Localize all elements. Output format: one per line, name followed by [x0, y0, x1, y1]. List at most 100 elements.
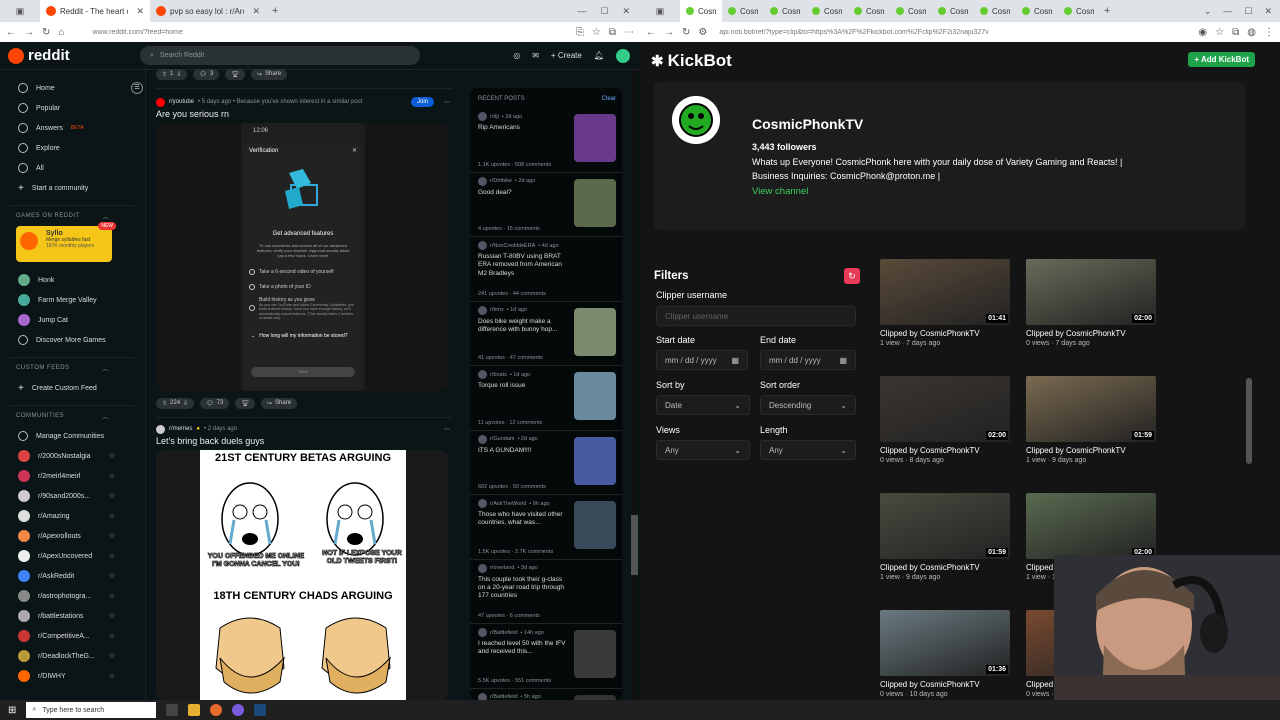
menu-dots-icon[interactable]: ⋯ [624, 27, 634, 38]
tab-cosmic[interactable]: Cosmi [974, 0, 1016, 22]
close-window-icon[interactable]: ✕ [1264, 6, 1272, 17]
home-icon[interactable]: ⌂ [58, 27, 64, 38]
sidebar-game-farm-merge-valley[interactable]: Farm Merge Valley [0, 290, 145, 310]
close-tab-icon[interactable]: ✕ [136, 6, 144, 17]
favorite-star-icon[interactable]: ☆ [109, 472, 115, 480]
reddit-logo[interactable]: reddit [8, 47, 140, 64]
clip-card[interactable]: 02:00 Clipped by CosmicPhonkTV 0 views · 7… [1026, 259, 1156, 347]
maximize-icon[interactable]: ☐ [1244, 6, 1252, 17]
subreddit-link[interactable]: r/youtube [169, 99, 194, 105]
vote-pill[interactable]: ⇧ 224 ⇩ [156, 397, 195, 409]
sidebar-community[interactable]: r/DeadlockTheG... ☆ [0, 646, 145, 666]
tab-cosmic[interactable]: Cosmi [806, 0, 848, 22]
extensions-icon[interactable]: ⧉ [1232, 27, 1239, 38]
views-select[interactable]: Any ⌄ [656, 440, 750, 460]
recent-post-item[interactable]: r/Battlefield • 5h ago [470, 689, 622, 700]
reset-filters-icon[interactable]: ↻ [844, 268, 860, 284]
clip-card[interactable]: 02:00 Clipped by CosmicPhonkTV 0 views · 8… [880, 376, 1010, 464]
site-info-icon[interactable]: ⚙ [698, 27, 707, 38]
comments-button[interactable]: 💬︎ 3 [193, 68, 220, 80]
sidebar-item-answers[interactable]: Answers BETA [0, 118, 145, 138]
close-window-icon[interactable]: ✕ [622, 6, 630, 17]
tab-cosmic[interactable]: Cosmi [848, 0, 890, 22]
new-tab-icon[interactable]: + [1100, 5, 1114, 17]
reload-icon[interactable]: ↻ [682, 27, 690, 38]
sidebar-item-home[interactable]: Home ☰ [0, 78, 145, 98]
sidebar-community[interactable]: r/astrophotogra... ☆ [0, 586, 145, 606]
tab-cosmic[interactable]: Cosmi [1016, 0, 1058, 22]
firefox-icon[interactable] [210, 704, 223, 716]
search-input[interactable]: ⌕ Search Reddit [140, 46, 420, 65]
translate-icon[interactable]: ⎘ [576, 27, 584, 38]
tab-cosmic[interactable]: Cosmi [1058, 0, 1100, 22]
more-options-icon[interactable]: ⋯ [444, 426, 450, 433]
sidebar-community[interactable]: r/CompetitiveA... ☆ [0, 626, 145, 646]
award-button[interactable]: 🏆︎ [225, 68, 245, 80]
sidebar-community[interactable]: r/DIWHY ☆ [0, 666, 145, 686]
clip-thumbnail[interactable]: 02:00 [1026, 259, 1156, 325]
discord-icon[interactable] [232, 704, 245, 716]
sidebar-community[interactable]: r/Apexrollouts ☆ [0, 526, 145, 546]
sidebar-community[interactable]: r/battlestations ☆ [0, 606, 145, 626]
share-button[interactable]: ↪ Share [251, 68, 288, 80]
extensions-icon[interactable]: ⧉ [609, 27, 616, 38]
steam-icon[interactable] [254, 704, 267, 716]
more-options-icon[interactable]: ⋯ [444, 99, 450, 106]
manage-communities[interactable]: Manage Communities [0, 426, 145, 446]
sidebar-community[interactable]: r/2meirl4meirl ☆ [0, 466, 145, 486]
vote-pill[interactable]: ⇧ 1 ⇩ [156, 68, 188, 80]
forward-icon[interactable]: → [24, 27, 34, 38]
sidebar-discover-games[interactable]: Discover More Games [0, 330, 145, 350]
post-media-phone-screenshot[interactable]: 12:06 Verification ✕ Get advanced featur… [156, 123, 448, 391]
tab-cosmic[interactable]: Cosmi [722, 0, 764, 22]
file-explorer-icon[interactable] [188, 704, 201, 716]
recent-post-item[interactable]: r/Dirtbike • 2d ago Good deal? 4 upvotes · … [470, 173, 622, 237]
new-tab-icon[interactable]: + [266, 5, 284, 17]
scrollbar-thumb[interactable] [631, 515, 638, 575]
taskbar-search-input[interactable]: ⌕ Type here to search [26, 702, 157, 718]
favorite-star-icon[interactable]: ☆ [109, 492, 115, 500]
post-media-meme[interactable]: 21ST CENTURY BETAS ARGUING YOU OFFENDED … [156, 450, 448, 700]
tab-arcraiders[interactable]: pvp so easy lol : r/ArcRaiders ✕ [150, 0, 266, 22]
favorite-star-icon[interactable]: ☆ [109, 452, 115, 460]
task-view-icon[interactable] [166, 704, 179, 716]
end-date-input[interactable]: mm / dd / yyyy ▦ [760, 350, 856, 370]
minimize-icon[interactable]: — [577, 6, 586, 17]
bookmark-star-icon[interactable]: ☆ [1215, 27, 1224, 38]
back-icon[interactable]: ← [646, 27, 656, 38]
url-field[interactable]: api.noti.bot/ref/?type=clip&to=https%3A%… [715, 29, 1190, 36]
sidebar-community[interactable]: r/2000sNostalgia ☆ [0, 446, 145, 466]
join-button[interactable]: Join [410, 97, 434, 107]
sidebar-community[interactable]: r/90sand2000s... ☆ [0, 486, 145, 506]
post-title[interactable]: Are you serious rn [150, 109, 458, 119]
recent-post-item[interactable]: r/AskTheWorld • 9h ago Those who have visi… [470, 495, 622, 560]
close-tab-icon[interactable]: ✕ [252, 6, 260, 17]
recent-post-item[interactable]: r/bmx • 1d ago Does bike weight make a dif… [470, 302, 622, 366]
game-card-syllo[interactable]: NEW Syllo Merge syllables fast 187K mont… [16, 222, 116, 262]
bookmark-star-icon[interactable]: ☆ [592, 27, 601, 38]
sidebar-game-honk[interactable]: Honk [0, 270, 145, 290]
share-button[interactable]: ↪ Share [261, 397, 298, 409]
tab-cosmic[interactable]: Cosmi [764, 0, 806, 22]
tab-actions-icon[interactable]: ▣ [0, 0, 40, 22]
tab-search-icon[interactable]: ⌄ [1204, 6, 1212, 17]
award-button[interactable]: 🏆︎ [235, 397, 256, 409]
sidebar-item-start-community[interactable]: + Start a community [0, 178, 145, 198]
games-section-header[interactable]: GAMES ON REDDIT ︿ [0, 206, 145, 226]
communities-header[interactable]: COMMUNITIES ︿ [0, 406, 145, 426]
clip-thumbnail[interactable]: 02:00 [1026, 493, 1156, 559]
sidebar-community[interactable]: r/Amazing ☆ [0, 506, 145, 526]
tab-cosmic[interactable]: Cosmi [932, 0, 974, 22]
clip-card[interactable]: 01:36 Clipped by CosmicPhonkTV 0 views · 1… [880, 610, 1010, 698]
length-select[interactable]: Any ⌄ [760, 440, 856, 460]
create-button[interactable]: + Create [551, 51, 582, 60]
favorite-star-icon[interactable]: ☆ [109, 672, 115, 680]
view-channel-link[interactable]: View channel [752, 186, 808, 197]
clip-thumbnail[interactable]: 01:41 [880, 259, 1010, 325]
forward-icon[interactable]: → [664, 27, 674, 38]
comments-button[interactable]: 💬︎ 73 [200, 397, 230, 409]
post-title[interactable]: Let's bring back duels guys [150, 436, 458, 446]
url-field[interactable]: www.reddit.com/?feed=home [72, 29, 567, 36]
clip-card[interactable]: 01:41 Clipped by CosmicPhonkTV 1 view · 7 … [880, 259, 1010, 347]
favorite-star-icon[interactable]: ☆ [109, 532, 115, 540]
